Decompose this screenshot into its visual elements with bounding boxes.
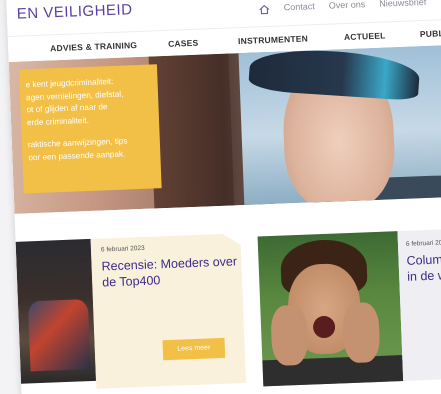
hero-card-line: raktische aanwijzingen, tips [27, 136, 128, 150]
nav-item-instrumenten[interactable]: INSTRUMENTEN [238, 33, 308, 46]
article-list: 6 februari 2023 Recensie: Moeders over d… [15, 224, 441, 394]
article-card-1: 6 februari 2023 Recensie: Moeders over d… [91, 233, 247, 389]
hero-card-paragraph-2: raktische aanwijzingen, tips oor een pas… [28, 135, 153, 165]
read-more-button[interactable]: Lees meer [162, 338, 225, 360]
top-link-over-ons[interactable]: Over ons [329, 0, 366, 10]
screenshot-stage: EN VEILIGHEID Contact Over ons Nieuwsbri… [0, 0, 441, 394]
top-link-contact[interactable]: Contact [284, 1, 315, 12]
hero-card-line: ot of glijden af naar de [26, 102, 108, 115]
top-link-nieuwsbrief[interactable]: Nieuwsbrief [379, 0, 426, 8]
hero-intro-card: e kent jeugdcriminaliteit: agen vernieli… [18, 64, 162, 194]
home-icon[interactable] [259, 2, 270, 15]
site-logo[interactable]: EN VEILIGHEID [17, 1, 133, 22]
nav-item-cases[interactable]: CASES [168, 38, 199, 49]
article-title-line: de Top400 [101, 273, 161, 290]
article-image-hand-left [270, 304, 309, 367]
hero-card-line: agen vernielingen, diefstal, [25, 89, 124, 102]
article-title-line: in de wo [406, 268, 441, 284]
nav-item-actueel[interactable]: ACTUEEL [344, 30, 386, 42]
article-image-hand-right [342, 301, 381, 364]
article-title-line: Column: [406, 252, 441, 268]
article-image-1[interactable] [15, 238, 96, 384]
article-title[interactable]: Column: in de wo [406, 249, 441, 284]
hero-banner: e kent jeugdcriminaliteit: agen vernieli… [8, 43, 441, 214]
article-image-jersey [27, 299, 91, 372]
hero-card-line: e kent jeugdcriminaliteit: [25, 76, 114, 90]
article-date: 6 februari 20 [405, 239, 441, 248]
article-card-2: 6 februari 20 Column: in de wo [397, 227, 441, 382]
article-title-line: Recensie: Moeders over [101, 254, 238, 274]
web-page: EN VEILIGHEID Contact Over ons Nieuwsbri… [6, 0, 441, 394]
top-nav: Contact Over ons Nieuwsbrief [259, 0, 427, 15]
article-image-2[interactable] [257, 231, 404, 387]
hero-card-line: erde criminaliteit. [26, 115, 90, 127]
hero-card-line: oor een passende aanpak. [28, 149, 126, 162]
nav-item-advies-training[interactable]: ADVIES & TRAINING [50, 40, 137, 53]
article-date: 6 februari 2023 [100, 244, 145, 254]
hero-card-paragraph-1: e kent jeugdcriminaliteit: agen vernieli… [25, 75, 151, 130]
nav-item-publicaties[interactable]: PUBL [420, 28, 441, 39]
article-title[interactable]: Recensie: Moeders over de Top400 [101, 253, 242, 290]
